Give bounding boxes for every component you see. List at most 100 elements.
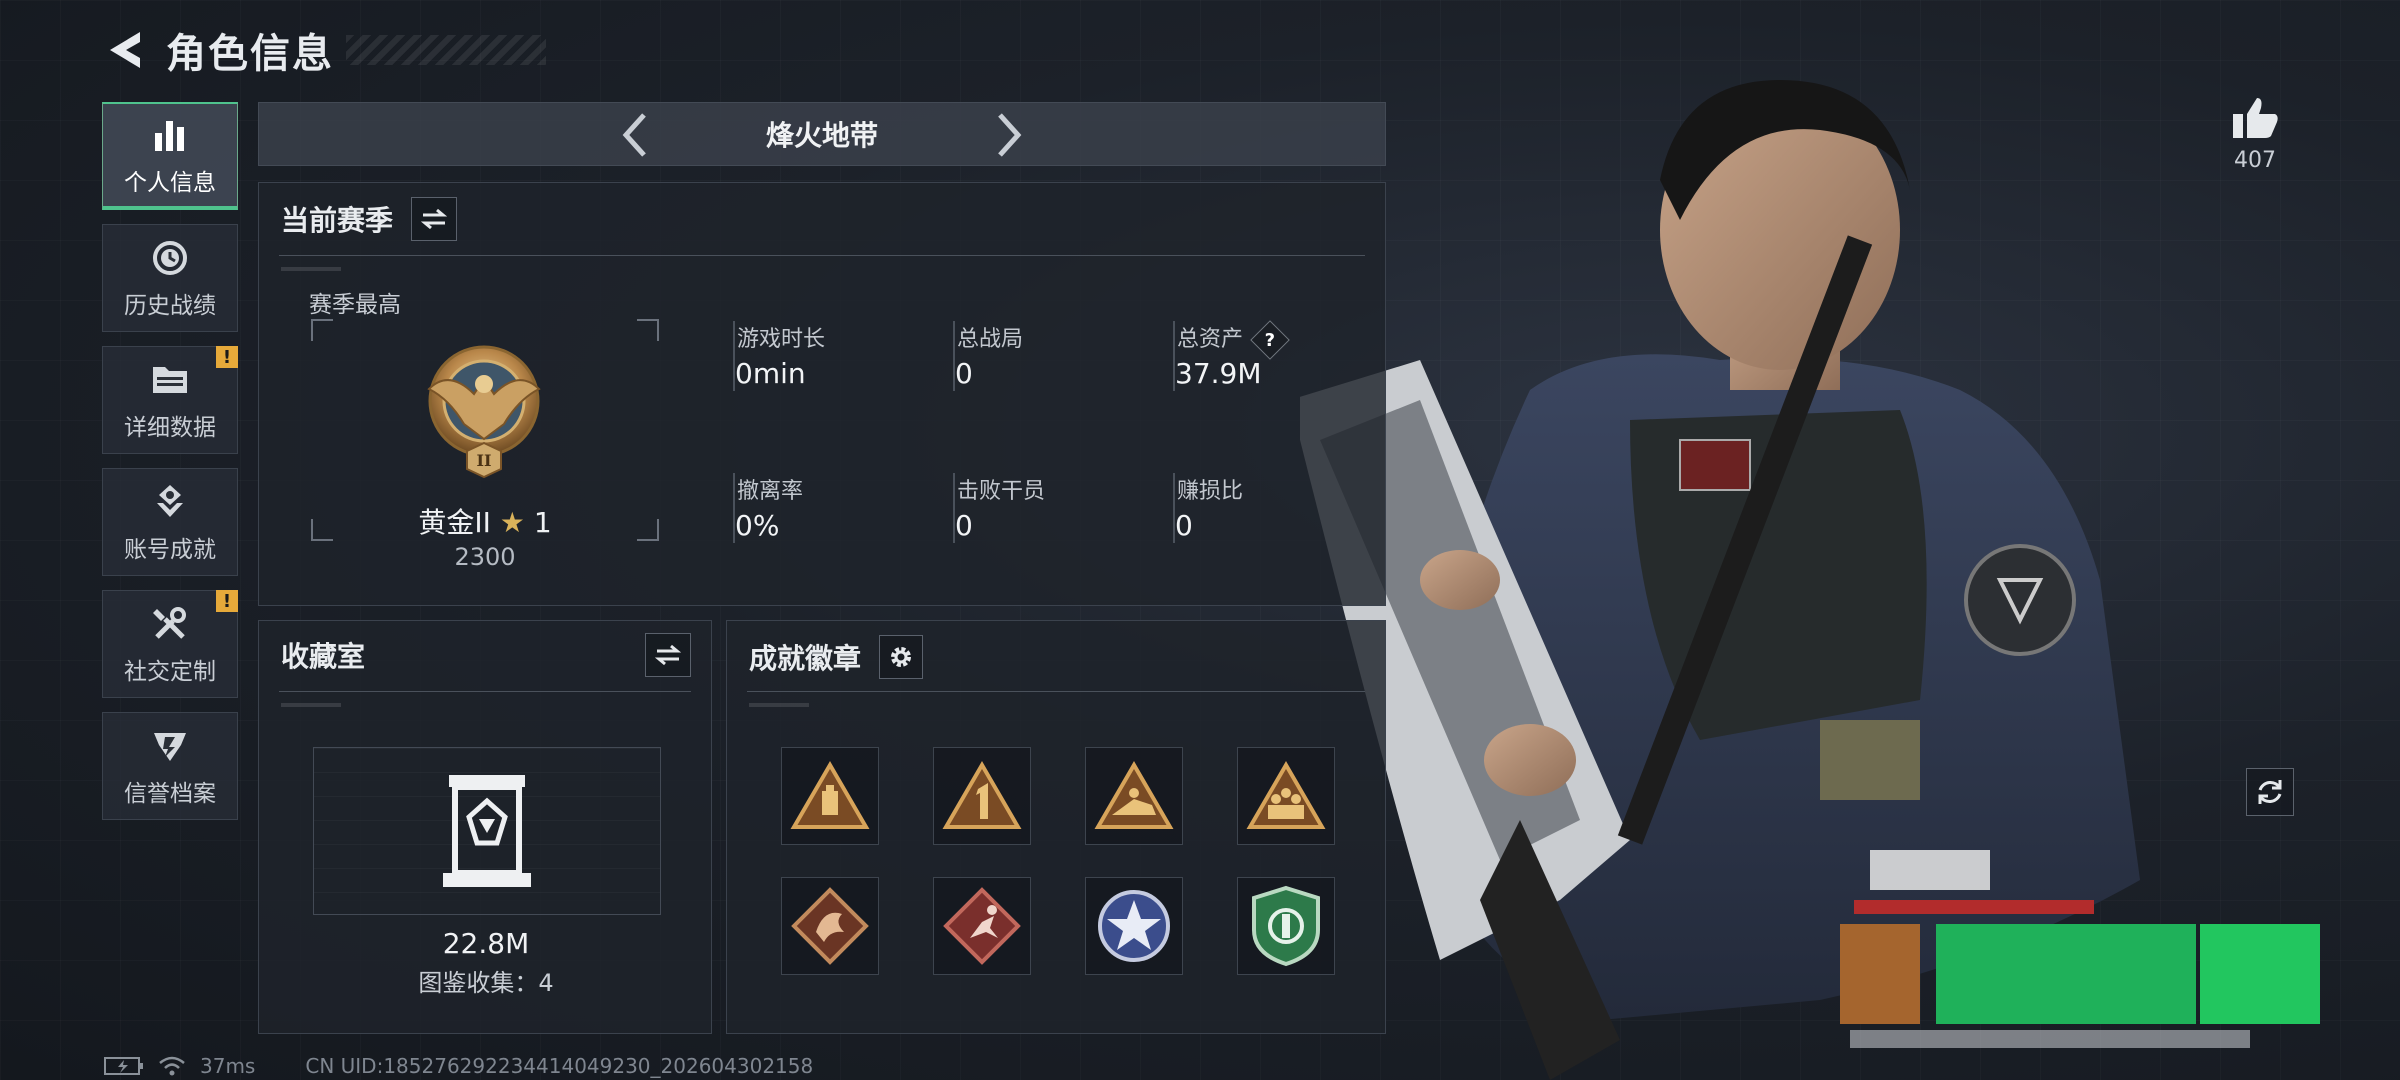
- stat-value: 0%: [735, 509, 780, 542]
- status-bar: 37ms CN UID:1852762922344140492​30_20260…: [104, 1054, 827, 1078]
- collection-panel[interactable]: 收藏室 22.8M 图鉴收集：4: [258, 620, 712, 1034]
- prone-soldier-badge-icon: [1094, 761, 1174, 829]
- frame-corner: [637, 319, 659, 341]
- sidebar-item-label: 历史战绩: [124, 293, 216, 319]
- uid-text: CN UID:1852762922344140492​30_2026043021…: [305, 1054, 814, 1078]
- stat-label: 游戏时长: [737, 327, 826, 352]
- collection-title: 收藏室: [281, 640, 366, 673]
- achievement-badge[interactable]: [1237, 877, 1335, 975]
- bar-chart-icon: [148, 113, 192, 157]
- sidebar-item-detailed-data[interactable]: ! 详细数据: [102, 346, 238, 454]
- collection-value: 22.8M: [442, 927, 530, 960]
- sidebar-item-label: 社交定制: [124, 659, 216, 685]
- frame-corner: [311, 319, 333, 341]
- decorative-line: [281, 703, 341, 707]
- switch-collection-button[interactable]: [645, 633, 691, 677]
- help-icon[interactable]: ?: [1250, 320, 1290, 360]
- battery-icon: [104, 1057, 143, 1075]
- page-header: 角色信息: [100, 20, 546, 80]
- season-title: 当前赛季: [281, 204, 394, 237]
- mode-title: 烽火地带: [765, 119, 878, 152]
- achievement-badge[interactable]: [781, 877, 879, 975]
- sidebar-item-personal-info[interactable]: 个人信息: [102, 102, 238, 210]
- stat-label: 总资产 ?: [1177, 320, 1290, 360]
- decorative-line: [281, 267, 341, 271]
- chevron-right-icon: [998, 113, 1022, 157]
- page-title: 角色信息: [166, 31, 334, 77]
- header-divider: [747, 691, 1365, 692]
- achievement-badge[interactable]: [933, 747, 1031, 845]
- title-decoration: [346, 35, 546, 65]
- display-case-icon: [443, 775, 531, 887]
- wifi-icon: [159, 1056, 185, 1076]
- achievement-badge[interactable]: [1085, 877, 1183, 975]
- sidebar-item-label: 个人信息: [124, 170, 216, 196]
- sidebar-item-label: 详细数据: [124, 415, 216, 441]
- achievement-badges-panel: 成就徽章: [726, 620, 1386, 1034]
- stat-label: 赚损比: [1177, 479, 1244, 504]
- alert-badge: !: [216, 346, 238, 368]
- stat-label-text: 总资产: [1177, 327, 1244, 352]
- badges-title: 成就徽章: [749, 642, 862, 675]
- season-header: 当前赛季: [281, 197, 458, 241]
- collection-count: 图鉴收集：4: [418, 969, 554, 997]
- like-counter[interactable]: 407: [2220, 96, 2290, 173]
- sidebar-item-history[interactable]: 历史战绩: [102, 224, 238, 332]
- medal-tier-text: II: [477, 451, 492, 470]
- stat-value: 37.9M: [1175, 357, 1262, 390]
- stat-value: 0min: [735, 357, 806, 390]
- rank-name-row: 黄金II ★ 1: [311, 501, 659, 541]
- achievement-badge[interactable]: [1085, 747, 1183, 845]
- back-button[interactable]: [100, 26, 148, 74]
- runner-diamond-badge-icon: [943, 887, 1021, 965]
- back-arrow-icon: [110, 32, 140, 68]
- stat-label: 撤离率: [737, 479, 804, 504]
- like-count: 407: [2234, 148, 2276, 173]
- player-nameplate: [1840, 820, 2400, 1060]
- rank-frame: II 黄金II ★ 1: [311, 319, 659, 541]
- rotate-view-button[interactable]: [2246, 768, 2294, 816]
- switch-season-button[interactable]: [411, 197, 458, 241]
- supply-triangle-badge-icon: [790, 761, 870, 829]
- gold-rank-medal-icon: II: [427, 345, 541, 479]
- achievement-badge[interactable]: [933, 877, 1031, 975]
- side-navigation: 个人信息 历史战绩 ! 详细数据 账号成就 ! 社交定制 信誉档案: [102, 102, 238, 834]
- number-one-badge-icon: [942, 761, 1022, 829]
- swap-icon: [421, 208, 448, 230]
- stat-value: 0: [1175, 509, 1193, 542]
- chevron-left-icon: [622, 113, 646, 157]
- header-divider: [279, 255, 1365, 256]
- stat-value: 0: [955, 509, 973, 542]
- refresh-icon: [2258, 780, 2282, 804]
- sidebar-item-reputation[interactable]: 信誉档案: [102, 712, 238, 820]
- header-divider: [279, 691, 691, 692]
- thumbs-up-icon: [2233, 98, 2278, 138]
- season-best-label: 赛季最高: [309, 292, 401, 318]
- achievement-icon: [148, 480, 192, 524]
- rank-stars-count: 1: [533, 506, 552, 539]
- sidebar-item-label: 信誉档案: [124, 781, 216, 807]
- sidebar-item-social[interactable]: ! 社交定制: [102, 590, 238, 698]
- rank-score: 2300: [454, 543, 516, 571]
- sidebar-item-label: 账号成就: [124, 537, 216, 563]
- shield-green-badge-icon: [1252, 885, 1320, 967]
- badges-header: 成就徽章: [749, 635, 924, 679]
- alert-badge: !: [216, 590, 238, 612]
- gear-icon: [891, 647, 912, 667]
- sidebar-item-achievements[interactable]: 账号成就: [102, 468, 238, 576]
- stat-label: 总战局: [957, 327, 1024, 352]
- achievement-badge[interactable]: [781, 747, 879, 845]
- stat-value: 0: [955, 357, 973, 390]
- dragon-diamond-badge-icon: [791, 887, 869, 965]
- squad-triangle-badge-icon: [1246, 761, 1326, 829]
- tools-icon: [148, 602, 192, 646]
- decorative-line: [749, 703, 809, 707]
- achievement-badge[interactable]: [1237, 747, 1335, 845]
- star-round-badge-icon: [1098, 890, 1170, 962]
- next-mode-button[interactable]: [985, 111, 1033, 159]
- ping-text: 37ms: [200, 1054, 256, 1078]
- badge-settings-button[interactable]: [879, 635, 924, 679]
- reputation-icon: [148, 724, 192, 768]
- previous-mode-button[interactable]: [611, 111, 659, 159]
- history-icon: [148, 236, 192, 280]
